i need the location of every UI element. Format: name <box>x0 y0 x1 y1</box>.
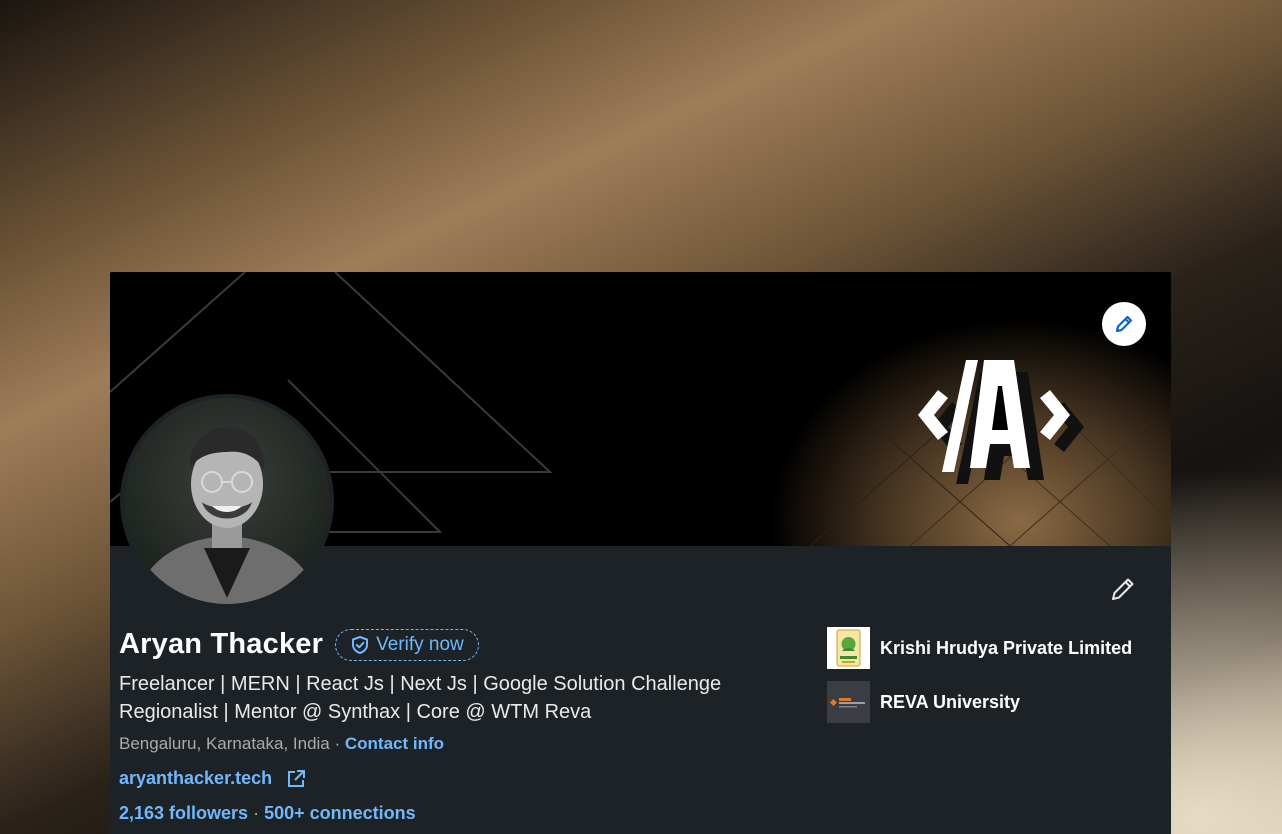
pencil-icon <box>1115 315 1133 333</box>
network-stats: 2,163 followers · 500+ connections <box>119 803 416 824</box>
website-label: aryanthacker.tech <box>119 768 273 788</box>
edit-intro-button[interactable] <box>1106 572 1140 606</box>
location-row: Bengaluru, Karnataka, India · Contact in… <box>119 734 444 754</box>
connections-link[interactable]: 500+ connections <box>264 803 416 823</box>
location-text: Bengaluru, Karnataka, India <box>119 734 330 753</box>
pencil-icon <box>1112 578 1134 600</box>
krishi-logo <box>827 627 870 669</box>
reva-logo <box>827 681 870 723</box>
external-link-icon <box>288 769 306 787</box>
avatar <box>124 398 330 604</box>
website-link[interactable]: aryanthacker.tech <box>119 768 306 789</box>
separator: · <box>329 734 345 753</box>
banner-logo <box>918 360 1084 484</box>
profile-photo-image <box>134 427 320 604</box>
organizations-list: Krishi Hrudya Private Limited REVA Unive… <box>827 627 1132 735</box>
verify-now-label: Verify now <box>376 633 464 655</box>
profile-headline: Freelancer | MERN | React Js | Next Js |… <box>119 673 722 723</box>
org-name: REVA University <box>880 691 1021 712</box>
separator: · <box>253 803 265 823</box>
org-item-krishi[interactable]: Krishi Hrudya Private Limited <box>827 627 1132 669</box>
shield-check-icon <box>352 635 369 654</box>
profile-card: Aryan Thacker Verify now Freelancer | ME… <box>110 272 1171 834</box>
profile-photo[interactable] <box>120 394 334 608</box>
followers-link[interactable]: 2,163 followers <box>119 803 248 823</box>
org-item-reva[interactable]: REVA University <box>827 681 1132 723</box>
profile-name: Aryan Thacker <box>119 628 324 660</box>
verify-now-button[interactable]: Verify now <box>335 628 479 661</box>
name-row: Aryan Thacker Verify now <box>119 628 479 661</box>
contact-info-link[interactable]: Contact info <box>345 734 444 753</box>
org-name: Krishi Hrudya Private Limited <box>880 637 1133 658</box>
edit-banner-button[interactable] <box>1102 302 1146 346</box>
